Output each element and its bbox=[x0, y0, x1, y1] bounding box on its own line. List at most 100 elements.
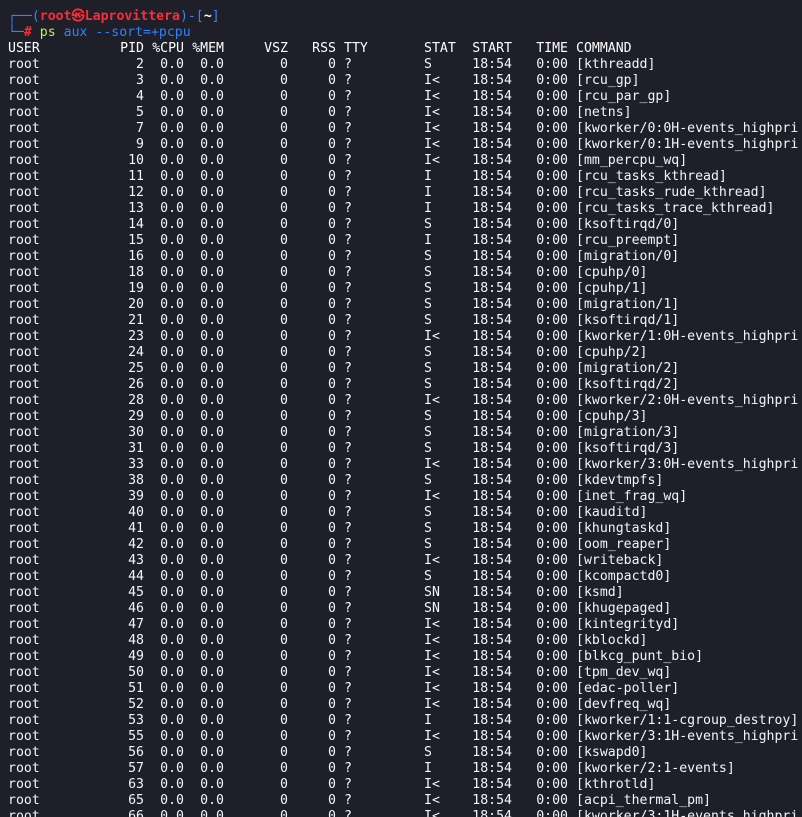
cell-stat: S bbox=[424, 441, 432, 456]
cell-stat: I< bbox=[424, 729, 440, 744]
cell-mem: 0.0 bbox=[200, 185, 224, 200]
cell-pid: 45 bbox=[128, 585, 144, 600]
cell-cpu: 0.0 bbox=[160, 377, 184, 392]
cell-time: 0:00 bbox=[536, 633, 568, 648]
cell-time: 0:00 bbox=[536, 553, 568, 568]
cell-command: [cpuhp/3] bbox=[576, 409, 648, 424]
cell-vsz: 0 bbox=[280, 665, 288, 680]
cell-user: root bbox=[8, 73, 40, 88]
cell-tty: ? bbox=[344, 313, 352, 328]
cell-command: [cpuhp/0] bbox=[576, 265, 648, 280]
cell-rss: 0 bbox=[328, 169, 336, 184]
cell-cpu: 0.0 bbox=[160, 313, 184, 328]
cell-command: [ksoftirqd/3] bbox=[576, 441, 680, 456]
cell-time: 0:00 bbox=[536, 345, 568, 360]
cell-rss: 0 bbox=[328, 393, 336, 408]
cell-time: 0:00 bbox=[536, 169, 568, 184]
cell-user: root bbox=[8, 505, 40, 520]
table-row: root 24 0.0 0.0 0 0? S 18:54 0:00 [cpuhp/2] bbox=[8, 345, 798, 361]
cell-vsz: 0 bbox=[280, 537, 288, 552]
cell-pid: 28 bbox=[128, 393, 144, 408]
cell-start: 18:54 bbox=[472, 185, 512, 200]
table-row: root 18 0.0 0.0 0 0? S 18:54 0:00 [cpuhp/0] bbox=[8, 265, 798, 281]
cell-time: 0:00 bbox=[536, 217, 568, 232]
cell-command: [kthreadd] bbox=[576, 57, 656, 72]
cell-start: 18:54 bbox=[472, 809, 512, 817]
cell-time: 0:00 bbox=[536, 329, 568, 344]
cell-vsz: 0 bbox=[280, 281, 288, 296]
cell-command: [khungtaskd] bbox=[576, 521, 672, 536]
cell-mem: 0.0 bbox=[200, 617, 224, 632]
cell-pid: 55 bbox=[128, 729, 144, 744]
cell-mem: 0.0 bbox=[200, 761, 224, 776]
cell-mem: 0.0 bbox=[200, 233, 224, 248]
cell-pid: 19 bbox=[128, 281, 144, 296]
cell-pid: 38 bbox=[128, 473, 144, 488]
cell-tty: ? bbox=[344, 745, 352, 760]
cell-start: 18:54 bbox=[472, 393, 512, 408]
cell-pid: 51 bbox=[128, 681, 144, 696]
cell-stat: S bbox=[424, 249, 432, 264]
cell-start: 18:54 bbox=[472, 457, 512, 472]
cell-vsz: 0 bbox=[280, 249, 288, 264]
cell-start: 18:54 bbox=[472, 169, 512, 184]
terminal-window[interactable]: ┌──(root㉿Laprovittera)-[~] └─# ps aux --… bbox=[8, 0, 798, 817]
cell-pid: 21 bbox=[128, 313, 144, 328]
cell-cpu: 0.0 bbox=[160, 505, 184, 520]
cell-rss: 0 bbox=[328, 457, 336, 472]
cell-mem: 0.0 bbox=[200, 345, 224, 360]
cell-start: 18:54 bbox=[472, 73, 512, 88]
cell-vsz: 0 bbox=[280, 105, 288, 120]
cell-tty: ? bbox=[344, 377, 352, 392]
cell-rss: 0 bbox=[328, 441, 336, 456]
cell-cpu: 0.0 bbox=[160, 361, 184, 376]
table-row: root 65 0.0 0.0 0 0? I< 18:54 0:00 [acpi_thermal_… bbox=[8, 793, 798, 809]
cell-cpu: 0.0 bbox=[160, 633, 184, 648]
cell-mem: 0.0 bbox=[200, 377, 224, 392]
cell-rss: 0 bbox=[328, 649, 336, 664]
cell-time: 0:00 bbox=[536, 697, 568, 712]
cell-mem: 0.0 bbox=[200, 297, 224, 312]
cell-time: 0:00 bbox=[536, 57, 568, 72]
cell-pid: 13 bbox=[128, 201, 144, 216]
cell-stat: SN bbox=[424, 585, 440, 600]
cell-user: root bbox=[8, 57, 40, 72]
cell-rss: 0 bbox=[328, 761, 336, 776]
column-header-start: START bbox=[472, 41, 512, 56]
cell-mem: 0.0 bbox=[200, 265, 224, 280]
cell-mem: 0.0 bbox=[200, 217, 224, 232]
cell-user: root bbox=[8, 521, 40, 536]
cell-rss: 0 bbox=[328, 537, 336, 552]
cell-stat: I bbox=[424, 233, 432, 248]
cell-rss: 0 bbox=[328, 345, 336, 360]
cell-mem: 0.0 bbox=[200, 473, 224, 488]
prompt-separator: )-[ bbox=[180, 9, 204, 24]
cell-start: 18:54 bbox=[472, 713, 512, 728]
cell-pid: 24 bbox=[128, 345, 144, 360]
cell-tty: ? bbox=[344, 505, 352, 520]
command-name: ps bbox=[39, 25, 56, 40]
table-row: root 51 0.0 0.0 0 0? I< 18:54 0:00 [edac-poller] bbox=[8, 681, 798, 697]
cell-tty: ? bbox=[344, 793, 352, 808]
cell-stat: S bbox=[424, 521, 432, 536]
cell-mem: 0.0 bbox=[200, 89, 224, 104]
cell-time: 0:00 bbox=[536, 649, 568, 664]
cell-stat: I< bbox=[424, 89, 440, 104]
table-row: root 47 0.0 0.0 0 0? I< 18:54 0:00 [kintegrityd] bbox=[8, 617, 798, 633]
cell-rss: 0 bbox=[328, 601, 336, 616]
table-row: root 57 0.0 0.0 0 0? I 18:54 0:00 [kworker/2:1-ev… bbox=[8, 761, 798, 777]
cell-mem: 0.0 bbox=[200, 457, 224, 472]
cell-time: 0:00 bbox=[536, 313, 568, 328]
cell-time: 0:00 bbox=[536, 601, 568, 616]
cell-command: [kworker/3:1H-events_highpri] bbox=[576, 729, 798, 744]
cell-tty: ? bbox=[344, 601, 352, 616]
cell-tty: ? bbox=[344, 249, 352, 264]
cell-mem: 0.0 bbox=[200, 153, 224, 168]
cell-vsz: 0 bbox=[280, 265, 288, 280]
cell-time: 0:00 bbox=[536, 297, 568, 312]
cell-tty: ? bbox=[344, 57, 352, 72]
cell-mem: 0.0 bbox=[200, 281, 224, 296]
cell-command: [kworker/0:1H-events_highpri] bbox=[576, 137, 798, 152]
cell-time: 0:00 bbox=[536, 201, 568, 216]
cell-cpu: 0.0 bbox=[160, 73, 184, 88]
